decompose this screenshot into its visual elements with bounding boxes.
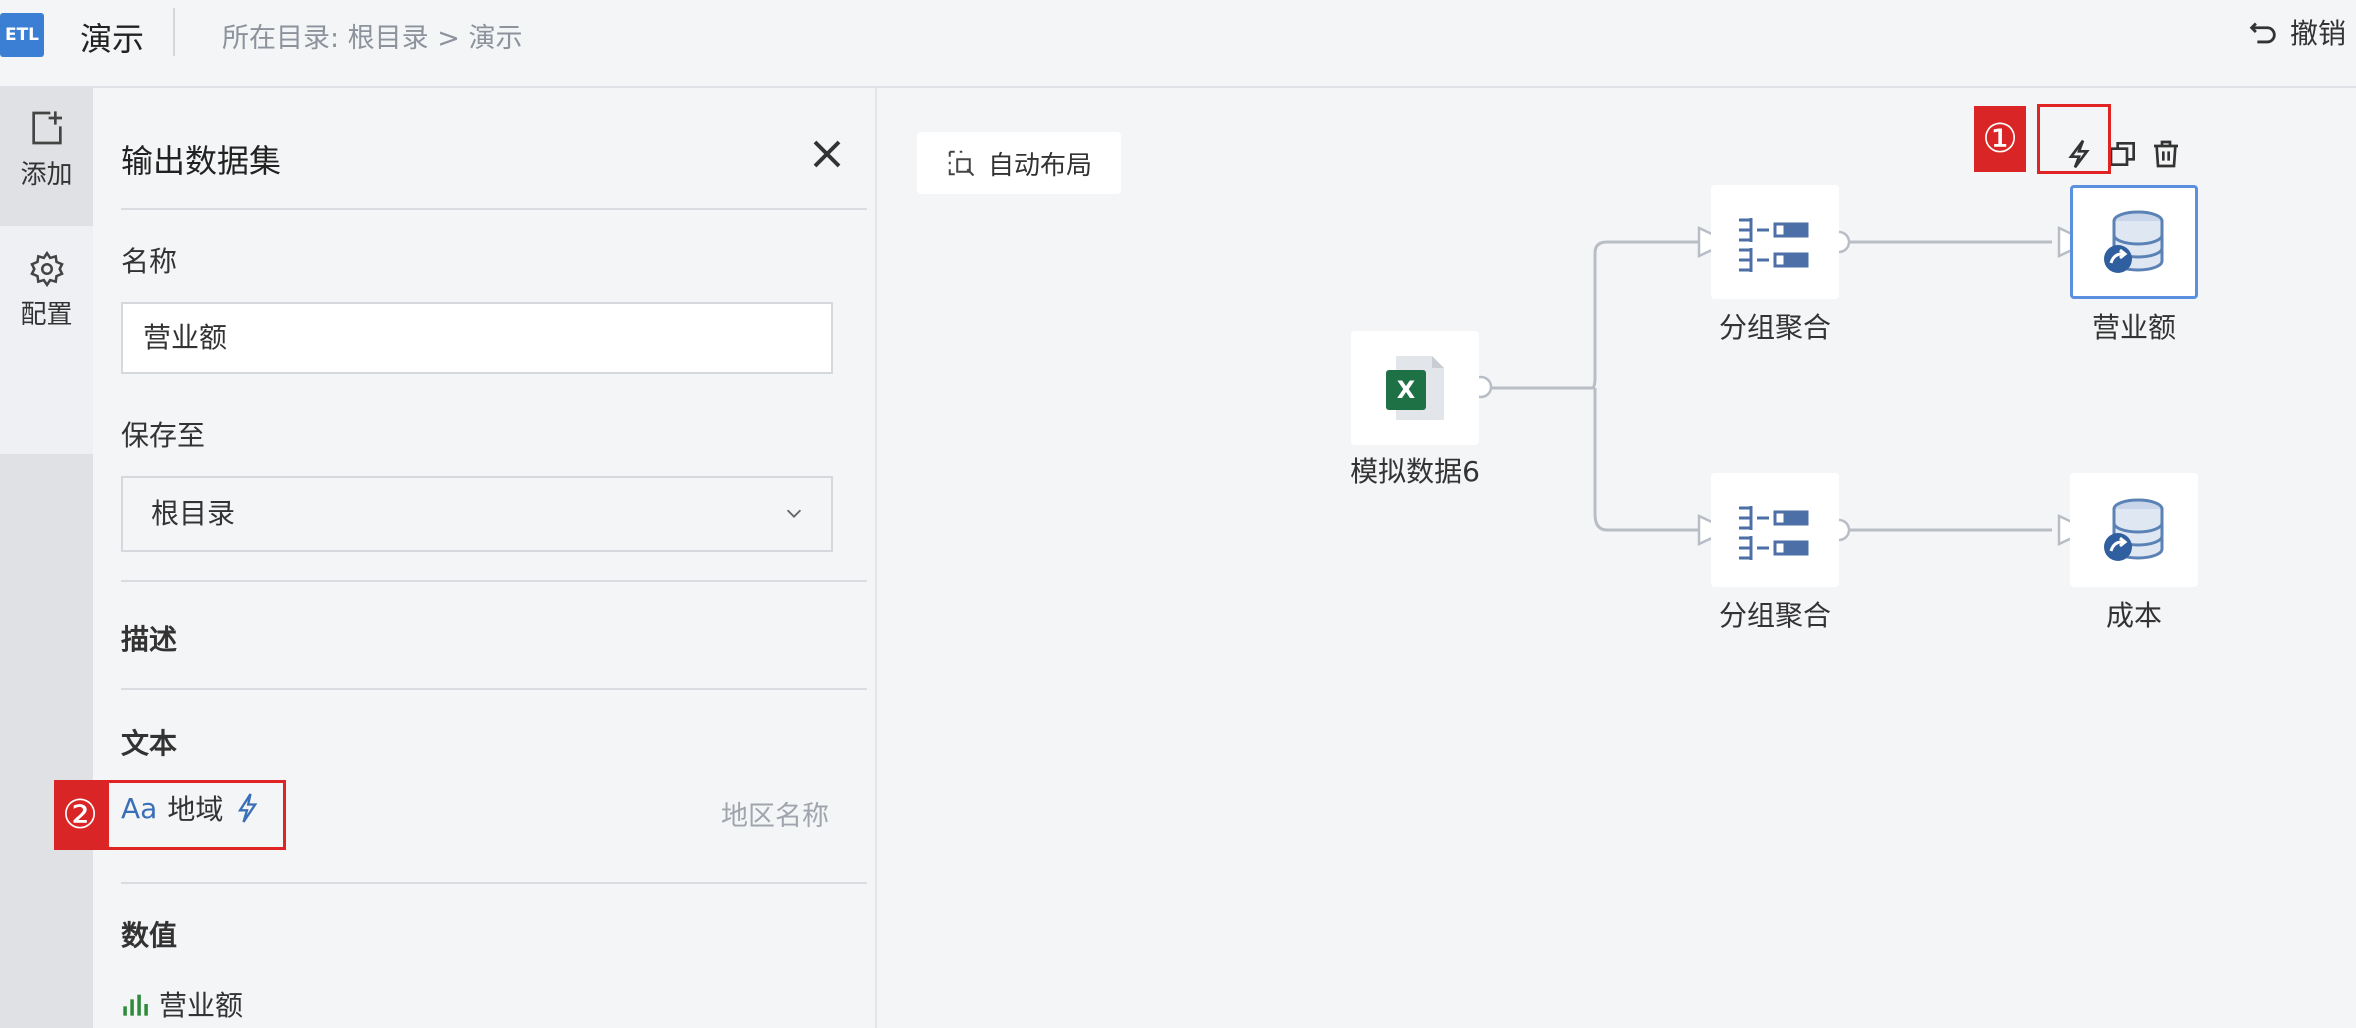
top-bar: ETL 演示 所在目录: 根目录 > 演示 撤销	[0, 0, 2356, 88]
page-title: 演示	[80, 20, 145, 58]
svg-text:X: X	[1397, 376, 1416, 404]
save-to-label: 保存至	[121, 419, 206, 452]
bar-chart-icon	[123, 994, 148, 1016]
node-output-revenue-label: 营业额	[2091, 311, 2176, 344]
node-group-aggregate-1[interactable]	[1711, 185, 1839, 299]
number-section-title: 数值	[121, 919, 178, 952]
rail-config-button[interactable]: 配置	[0, 226, 93, 454]
node-source-label: 模拟数据6	[1350, 455, 1480, 488]
text-section-title: 文本	[121, 727, 178, 760]
left-rail: 添加 配置	[0, 88, 93, 1028]
divider	[121, 580, 867, 582]
title-divider	[173, 8, 175, 56]
save-to-value: 根目录	[151, 497, 236, 530]
text-field-description: 地区名称	[721, 801, 829, 832]
node-output-cost[interactable]	[2070, 473, 2198, 587]
annotation-marker-2: ②	[54, 780, 106, 850]
database-output-icon	[2104, 498, 2164, 561]
flow-canvas[interactable]: 自动布局 X 模拟数据6 分组聚合 分组聚合 营业额 成本 ①	[877, 88, 2356, 1028]
node-source[interactable]: X	[1351, 331, 1479, 445]
divider	[121, 688, 867, 690]
node-output-revenue[interactable]	[2070, 185, 2198, 299]
delete-icon[interactable]	[2150, 138, 2182, 170]
add-node-icon	[31, 111, 62, 145]
undo-icon	[2249, 22, 2276, 44]
node-group-2-label: 分组聚合	[1718, 599, 1831, 632]
rail-config-label: 配置	[20, 300, 73, 330]
gear-icon	[29, 250, 64, 288]
number-field-revenue[interactable]: 营业额	[121, 984, 243, 1024]
close-icon[interactable]	[809, 136, 845, 172]
rail-add-label: 添加	[20, 160, 73, 190]
undo-label: 撤销	[2289, 17, 2346, 50]
copy-icon[interactable]	[2107, 138, 2139, 170]
number-field-name: 营业额	[159, 989, 244, 1022]
group-aggregate-icon	[1739, 506, 1809, 560]
excel-file-icon: X	[1386, 356, 1444, 420]
description-label: 描述	[121, 623, 178, 656]
etl-logo: ETL	[0, 13, 44, 57]
node-output-cost-label: 成本	[2105, 599, 2162, 632]
annotation-box-1	[2037, 104, 2111, 174]
name-input[interactable]: 营业额	[121, 302, 833, 374]
node-group-1-label: 分组聚合	[1718, 311, 1831, 344]
panel-title: 输出数据集	[121, 142, 282, 180]
annotation-box-2	[106, 780, 286, 850]
annotation-marker-1: ①	[1974, 106, 2026, 172]
node-group-aggregate-2[interactable]	[1711, 473, 1839, 587]
config-panel: 输出数据集 名称 营业额 保存至 根目录 描述 文本 Aa 地域 地区名称 数值…	[93, 88, 877, 1028]
chevron-down-icon	[786, 509, 802, 518]
breadcrumb: 所在目录: 根目录 > 演示	[222, 23, 523, 54]
divider	[121, 882, 867, 884]
group-aggregate-icon	[1739, 218, 1809, 272]
database-output-icon	[2104, 210, 2164, 273]
name-label: 名称	[121, 245, 178, 278]
rail-add-button[interactable]: 添加	[0, 108, 93, 226]
save-to-select[interactable]: 根目录	[121, 476, 833, 552]
undo-button[interactable]: 撤销	[2246, 12, 2346, 52]
divider	[121, 208, 867, 210]
